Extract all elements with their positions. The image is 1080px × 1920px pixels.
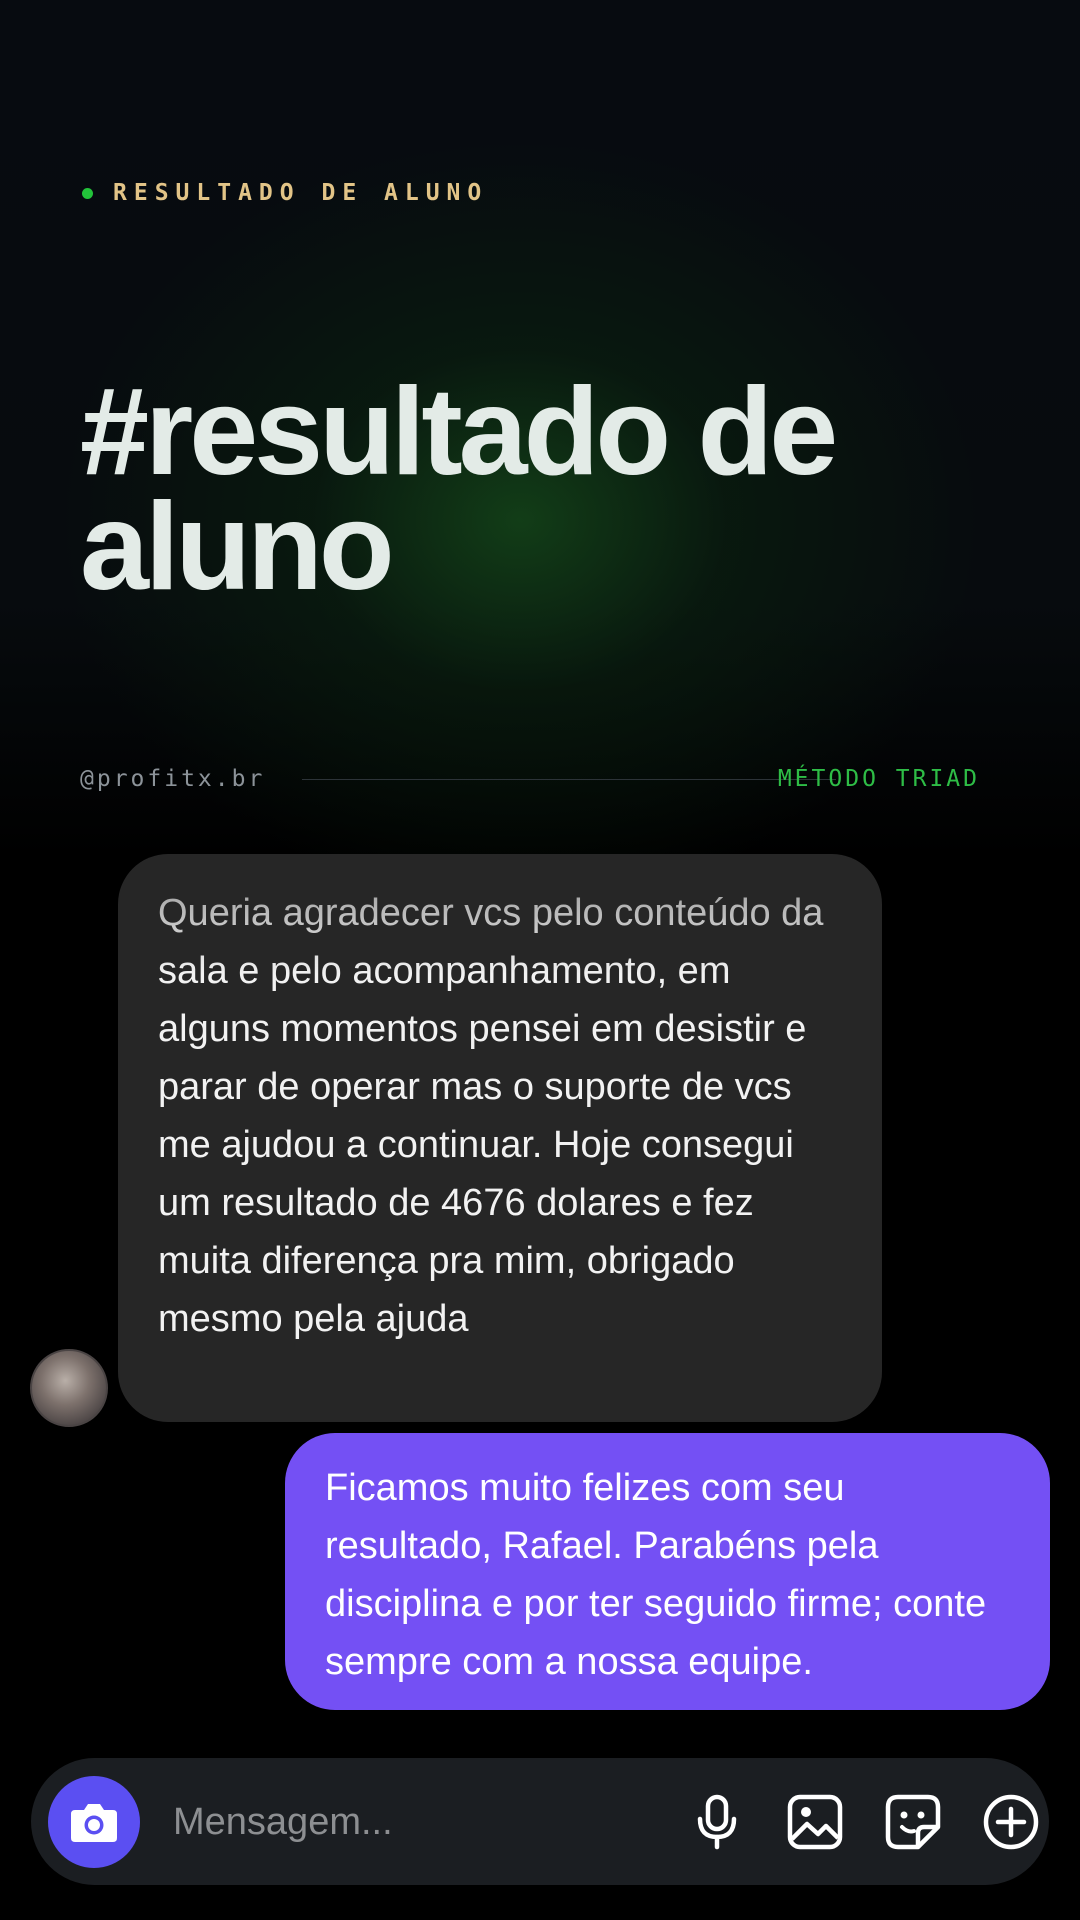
outgoing-message-text: Ficamos muito felizes com seu resultado,… (325, 1467, 987, 1683)
more-button[interactable] (975, 1786, 1047, 1858)
avatar[interactable] (30, 1349, 108, 1427)
meta-row: @profitx.br MÉTODO TRIAD (80, 762, 980, 796)
camera-icon (71, 1804, 117, 1842)
sticker-button[interactable] (877, 1786, 949, 1858)
page-title: #resultado de aluno (80, 363, 1040, 616)
eyebrow-label: RESULTADO DE ALUNO (113, 180, 489, 206)
divider (302, 779, 836, 780)
microphone-icon (697, 1794, 737, 1850)
microphone-button[interactable] (681, 1786, 753, 1858)
gallery-button[interactable] (779, 1786, 851, 1858)
message-input[interactable] (171, 1788, 535, 1856)
hero-header: RESULTADO DE ALUNO #resultado de aluno @… (0, 0, 1080, 860)
outgoing-message-bubble[interactable]: Ficamos muito felizes com seu resultado,… (285, 1433, 1050, 1710)
status-dot-icon (82, 187, 93, 199)
message-composer (31, 1758, 1049, 1885)
page-title-line-1: #resultado de (80, 363, 838, 501)
incoming-message-text: Queria agradecer vcs pelo conteúdo da sa… (158, 892, 824, 1340)
camera-button[interactable] (48, 1776, 140, 1868)
plus-icon (983, 1794, 1039, 1850)
method-label: MÉTODO TRIAD (777, 766, 980, 792)
gallery-icon (787, 1794, 843, 1850)
sticker-icon (885, 1794, 941, 1850)
account-handle: @profitx.br (80, 766, 266, 792)
incoming-message-bubble[interactable]: Queria agradecer vcs pelo conteúdo da sa… (118, 854, 882, 1422)
eyebrow: RESULTADO DE ALUNO (82, 178, 488, 208)
page-title-line-2: aluno (80, 478, 395, 616)
